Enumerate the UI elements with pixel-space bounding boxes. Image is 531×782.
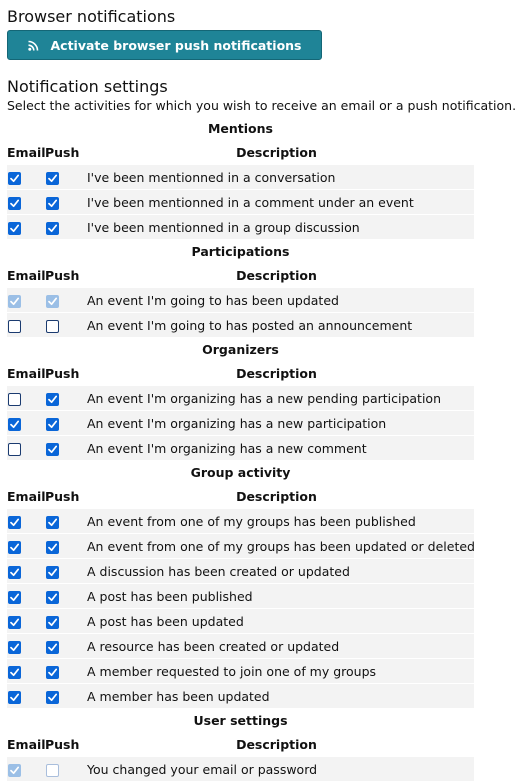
setting-description: A post has been published (79, 583, 474, 609)
setting-row: A post has been published (7, 583, 474, 609)
push-checkbox (46, 763, 59, 777)
email-checkbox[interactable] (8, 565, 21, 579)
setting-row: I've been mentionned in a conversation (7, 164, 474, 190)
column-header-description: Description (79, 263, 474, 288)
section-title: User settings (7, 708, 474, 732)
push-checkbox[interactable] (46, 565, 59, 579)
setting-row: You changed your email or password (7, 756, 474, 781)
setting-description: I've been mentionned in a conversation (79, 164, 474, 190)
setting-row: A resource has been created or updated (7, 633, 474, 659)
section-title: Participations (7, 239, 474, 263)
email-checkbox (8, 294, 21, 308)
section-title: Group activity (7, 460, 474, 484)
section-title: Organizers (7, 337, 474, 361)
column-header-push: Push (45, 732, 79, 757)
setting-row: An event I'm organizing has a new pendin… (7, 385, 474, 411)
email-checkbox[interactable] (8, 540, 21, 554)
setting-description: A member has been updated (79, 683, 474, 708)
setting-description: An event I'm going to has posted an anno… (79, 312, 474, 337)
push-checkbox[interactable] (46, 417, 59, 431)
push-checkbox[interactable] (46, 442, 59, 456)
push-checkbox[interactable] (46, 221, 59, 235)
column-header-description: Description (79, 484, 474, 509)
setting-description: I've been mentionned in a group discussi… (79, 214, 474, 239)
email-checkbox[interactable] (8, 171, 21, 185)
email-checkbox (8, 763, 21, 777)
email-checkbox[interactable] (8, 640, 21, 654)
setting-description: I've been mentionned in a comment under … (79, 189, 474, 215)
setting-row: I've been mentionned in a comment under … (7, 189, 474, 215)
push-checkbox[interactable] (46, 640, 59, 654)
email-checkbox[interactable] (8, 196, 21, 210)
page: Browser notifications Activate browser p… (0, 0, 531, 781)
setting-description: You changed your email or password (79, 756, 474, 781)
email-checkbox[interactable] (8, 392, 21, 406)
activate-push-label: Activate browser push notifications (50, 37, 302, 53)
push-checkbox (46, 294, 59, 308)
email-checkbox[interactable] (8, 221, 21, 235)
browser-notifications-heading: Browser notifications (7, 7, 176, 26)
push-checkbox[interactable] (46, 590, 59, 604)
setting-description: A discussion has been created or updated (79, 558, 474, 584)
notification-settings-heading: Notification settings (7, 77, 168, 96)
setting-row: I've been mentionned in a group discussi… (7, 214, 474, 239)
setting-description: A resource has been created or updated (79, 633, 474, 659)
setting-row: An event I'm going to has been updated (7, 287, 474, 313)
push-checkbox[interactable] (46, 171, 59, 185)
email-checkbox[interactable] (8, 442, 21, 456)
setting-description: An event from one of my groups has been … (79, 508, 474, 534)
push-checkbox[interactable] (46, 392, 59, 406)
email-checkbox[interactable] (8, 590, 21, 604)
activate-push-button[interactable]: Activate browser push notifications (7, 30, 322, 60)
setting-description: An event I'm organizing has a new partic… (79, 410, 474, 436)
column-header-email: Email (7, 361, 46, 386)
column-header-description: Description (79, 732, 474, 757)
setting-row: A member requested to join one of my gro… (7, 658, 474, 684)
email-checkbox[interactable] (8, 690, 21, 704)
column-header-push: Push (45, 361, 79, 386)
setting-description: A post has been updated (79, 608, 474, 634)
push-checkbox[interactable] (46, 665, 59, 679)
setting-row: An event I'm going to has posted an anno… (7, 312, 474, 337)
push-checkbox[interactable] (46, 540, 59, 554)
column-header-push: Push (45, 140, 79, 165)
column-header-email: Email (7, 484, 46, 509)
section-title: Mentions (7, 116, 474, 140)
push-checkbox[interactable] (46, 690, 59, 704)
column-header-description: Description (79, 140, 474, 165)
setting-row: An event from one of my groups has been … (7, 508, 474, 534)
email-checkbox[interactable] (8, 615, 21, 629)
setting-description: An event I'm going to has been updated (79, 287, 474, 313)
column-header-email: Email (7, 140, 46, 165)
email-checkbox[interactable] (8, 515, 21, 529)
push-checkbox[interactable] (46, 515, 59, 529)
setting-row: A discussion has been created or updated (7, 558, 474, 584)
setting-row: A member has been updated (7, 683, 474, 708)
setting-description: An event I'm organizing has a new pendin… (79, 385, 474, 411)
push-checkbox[interactable] (46, 319, 59, 333)
column-header-email: Email (7, 732, 46, 757)
setting-row: A post has been updated (7, 608, 474, 634)
column-header-push: Push (45, 263, 79, 288)
push-checkbox[interactable] (46, 615, 59, 629)
setting-row: An event I'm organizing has a new partic… (7, 410, 474, 436)
setting-description: An event I'm organizing has a new commen… (79, 435, 474, 460)
column-header-description: Description (79, 361, 474, 386)
notification-settings-intro: Select the activities for which you wish… (7, 98, 517, 113)
column-header-email: Email (7, 263, 46, 288)
setting-description: A member requested to join one of my gro… (79, 658, 474, 684)
setting-row: An event I'm organizing has a new commen… (7, 435, 474, 460)
notification-settings-table: Mentions Email Push Description I've been me… (7, 116, 475, 781)
push-checkbox[interactable] (46, 196, 59, 210)
email-checkbox[interactable] (8, 665, 21, 679)
email-checkbox[interactable] (8, 319, 21, 333)
setting-row: An event from one of my groups has been … (7, 533, 475, 559)
rss-icon (27, 40, 39, 51)
setting-description: An event from one of my groups has been … (79, 533, 475, 559)
column-header-push: Push (45, 484, 79, 509)
email-checkbox[interactable] (8, 417, 21, 431)
